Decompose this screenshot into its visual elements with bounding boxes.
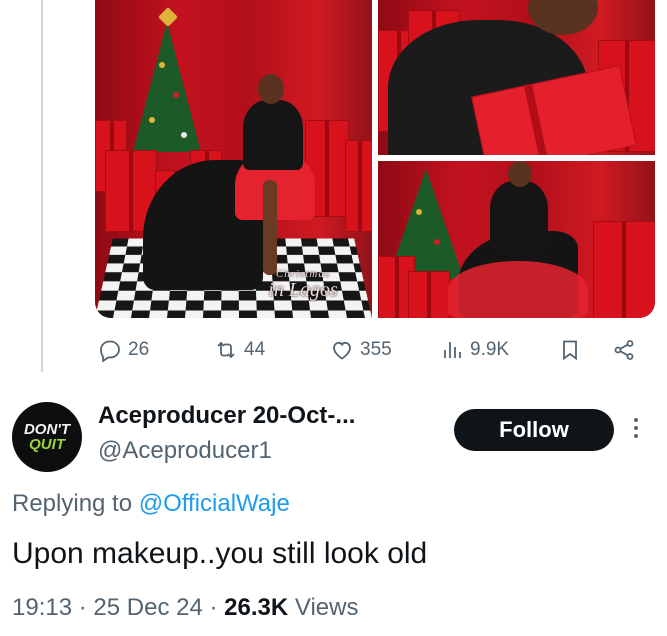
- tweet-date[interactable]: 25 Dec 24: [93, 594, 202, 621]
- repost-button[interactable]: 44: [214, 330, 265, 370]
- tweet-media-grid: Christmas in Lagos: [95, 0, 655, 318]
- reply-count: 26: [128, 339, 150, 360]
- tweet-body-text: Upon makeup..you still look old: [12, 537, 428, 570]
- views-button[interactable]: 9.9K: [440, 330, 509, 370]
- author-display-name[interactable]: Aceproducer 20-Oct-...: [98, 402, 355, 430]
- tweet-views-count: 26.3K: [224, 594, 289, 621]
- christmas-tree: [133, 22, 201, 152]
- like-button[interactable]: 355: [330, 330, 392, 370]
- media-photo-3[interactable]: [378, 161, 655, 318]
- model-head: [258, 74, 284, 104]
- tweet-time[interactable]: 19:13: [12, 594, 72, 621]
- avatar-text-top: DON'T: [23, 421, 71, 438]
- more-vertical-icon[interactable]: [634, 418, 638, 438]
- tweet-meta: 19:13 · 25 Dec 24 · 26.3K Views: [12, 594, 358, 622]
- gift-box: [408, 271, 450, 318]
- gift-box: [345, 140, 372, 232]
- meta-separator: ·: [78, 594, 87, 621]
- gift-box: [593, 221, 655, 318]
- share-button[interactable]: [612, 330, 636, 370]
- views-bar-chart-icon: [444, 342, 461, 358]
- replying-prefix: Replying to: [12, 490, 133, 517]
- replying-to-line: Replying to @OfficialWaje: [12, 490, 290, 518]
- media-photo-1[interactable]: Christmas in Lagos: [95, 0, 372, 318]
- reply-icon: [100, 340, 120, 362]
- bookmark-button[interactable]: [558, 330, 582, 370]
- views-count: 9.9K: [470, 339, 510, 360]
- model-skirt-red: [448, 261, 588, 318]
- meta-separator: ·: [209, 594, 218, 621]
- tweet-views-label: Views: [294, 594, 359, 621]
- heart-icon: [333, 341, 351, 360]
- like-count: 355: [360, 339, 392, 360]
- replying-mention-link[interactable]: @OfficialWaje: [139, 490, 290, 517]
- model-head: [508, 161, 532, 187]
- avatar[interactable]: DON'T QUIT: [12, 402, 82, 472]
- follow-button[interactable]: Follow: [454, 409, 614, 451]
- model-legs: [263, 180, 277, 275]
- reply-button[interactable]: 26: [98, 330, 149, 370]
- thread-connector-line: [41, 0, 43, 372]
- author-handle[interactable]: @Aceproducer1: [98, 437, 272, 465]
- repost-icon: [217, 341, 235, 359]
- model-jacket: [243, 100, 303, 170]
- christmas-in-lagos-watermark: Christmas in Lagos: [268, 268, 338, 301]
- avatar-text-bottom: QUIT: [29, 436, 65, 453]
- tweet-action-bar: 26 44 355 9.9K: [0, 330, 667, 370]
- bookmark-icon: [563, 340, 577, 361]
- repost-count: 44: [244, 339, 266, 360]
- share-icon: [614, 340, 634, 360]
- model-top: [490, 181, 548, 251]
- media-photo-2[interactable]: [378, 0, 655, 155]
